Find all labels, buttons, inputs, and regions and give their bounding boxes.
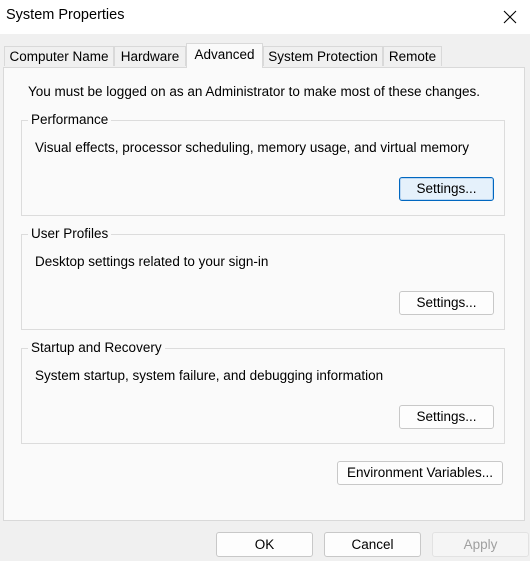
advanced-tab-panel: You must be logged on as an Administrato… (3, 67, 525, 521)
user-profiles-group-label: User Profiles (28, 226, 112, 242)
title-bar: System Properties (0, 0, 530, 34)
ok-button[interactable]: OK (216, 532, 313, 557)
system-properties-dialog: System Properties Computer Name Hardware… (0, 0, 530, 561)
window-title: System Properties (6, 7, 125, 23)
close-button[interactable] (490, 0, 530, 34)
startup-recovery-description: System startup, system failure, and debu… (35, 368, 384, 383)
user-profiles-description: Desktop settings related to your sign-in (35, 254, 269, 269)
performance-group: Performance Visual effects, processor sc… (21, 112, 505, 216)
user-profiles-settings-button[interactable]: Settings... (399, 291, 494, 315)
environment-variables-button[interactable]: Environment Variables... (337, 461, 503, 485)
close-icon (503, 10, 517, 24)
user-profiles-group: User Profiles Desktop settings related t… (21, 226, 505, 330)
performance-description: Visual effects, processor scheduling, me… (35, 140, 469, 155)
tab-computer-name[interactable]: Computer Name (4, 46, 114, 66)
startup-recovery-group: Startup and Recovery System startup, sys… (21, 340, 505, 444)
tab-remote[interactable]: Remote (383, 46, 442, 66)
tab-hardware[interactable]: Hardware (114, 46, 186, 66)
tab-system-protection[interactable]: System Protection (263, 46, 383, 66)
performance-group-label: Performance (28, 112, 112, 128)
admin-notice: You must be logged on as an Administrato… (28, 84, 481, 99)
apply-button[interactable]: Apply (432, 532, 529, 557)
startup-recovery-group-label: Startup and Recovery (28, 340, 165, 356)
cancel-button[interactable]: Cancel (324, 532, 421, 557)
startup-recovery-settings-button[interactable]: Settings... (399, 405, 494, 429)
performance-settings-button[interactable]: Settings... (399, 177, 494, 201)
tab-advanced[interactable]: Advanced (186, 43, 263, 68)
